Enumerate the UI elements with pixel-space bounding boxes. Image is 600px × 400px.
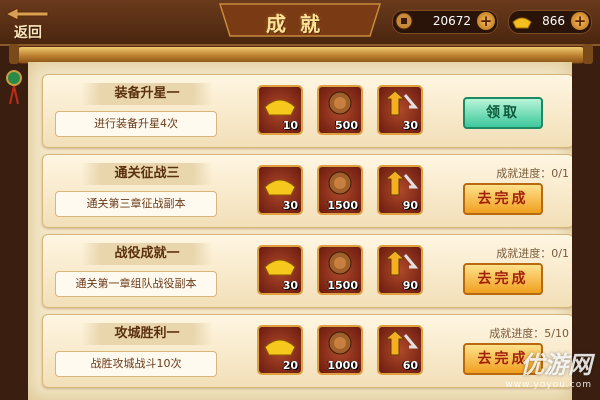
copper-plus-button[interactable]: + [477, 12, 495, 30]
achievement-name: 通关征战三 [81, 163, 213, 185]
achievement-row: 战役成就一 通关第一章组队战役副本 30 1500 90 成就进度：0/1 去完… [42, 234, 572, 308]
gold-currency: 866 + [508, 10, 592, 34]
gold-ingot-icon [264, 179, 296, 196]
gold-ingot-icon [264, 99, 296, 116]
copper-coins-icon [328, 91, 352, 115]
watermark-text: 优游网 [520, 351, 592, 379]
achievement-desc: 进行装备升星4次 [55, 111, 217, 137]
go-complete-button[interactable]: 去完成 [463, 263, 543, 295]
reward-gold: 30 [257, 165, 303, 215]
page-title: 成就 [266, 12, 334, 36]
gold-plus-button[interactable]: + [571, 12, 589, 30]
reward-exp: 30 [377, 85, 423, 135]
achievement-desc: 通关第三章征战副本 [55, 191, 217, 217]
achievement-row: 攻城胜利一 战胜攻城战斗10次 20 1000 60 成就进度：5/10 去完成 [42, 314, 572, 388]
reward-gold: 20 [257, 325, 303, 375]
exp-icon [384, 250, 419, 276]
achievement-progress: 成就进度：0/1 [496, 167, 569, 180]
achievement-progress: 成就进度：5/10 [489, 327, 569, 340]
watermark: 优游网 www.yoyou.com [505, 345, 592, 390]
reward-copper: 1500 [317, 165, 363, 215]
achievement-desc: 通关第一章组队战役副本 [55, 271, 217, 297]
achievement-row: 装备升星一 进行装备升星4次 10 500 30 领取 [42, 74, 572, 148]
copper-amount: 20672 [432, 14, 471, 28]
achievement-name: 装备升星一 [81, 83, 213, 105]
reward-copper: 500 [317, 85, 363, 135]
title-banner: 成就 [210, 0, 390, 40]
achievement-name: 战役成就一 [81, 243, 213, 265]
copper-currency: 20672 + [392, 10, 498, 34]
reward-amount: 30 [282, 279, 298, 292]
go-complete-button[interactable]: 去完成 [463, 183, 543, 215]
back-label: 返回 [14, 25, 42, 41]
reward-gold: 10 [257, 85, 303, 135]
copper-coins-icon [328, 331, 352, 355]
gold-amount: 866 [542, 14, 565, 28]
achievement-desc: 战胜攻城战斗10次 [55, 351, 217, 377]
top-bar: 返回 成就 20672 + 866 + [0, 0, 600, 46]
gold-ingot-icon [512, 17, 532, 29]
achievement-progress: 成就进度：0/1 [496, 247, 569, 260]
claim-button[interactable]: 领取 [463, 97, 543, 129]
reward-amount: 1500 [327, 279, 358, 292]
exp-icon [384, 330, 419, 356]
exp-icon [384, 90, 419, 116]
achievement-list[interactable]: 装备升星一 进行装备升星4次 10 500 30 领取 通关征战三 通关第三章征… [28, 62, 572, 400]
coin-icon [395, 12, 413, 30]
achievement-name: 攻城胜利一 [81, 323, 213, 345]
reward-copper: 1000 [317, 325, 363, 375]
back-button[interactable]: 返回 [4, 6, 52, 41]
reward-copper: 1500 [317, 245, 363, 295]
reward-amount: 500 [335, 119, 358, 132]
reward-amount: 1000 [327, 359, 358, 372]
reward-amount: 90 [402, 199, 418, 212]
gold-ingot-icon [264, 259, 296, 276]
exp-icon [384, 170, 419, 196]
reward-amount: 20 [282, 359, 298, 372]
reward-amount: 10 [282, 119, 298, 132]
reward-exp: 90 [377, 245, 423, 295]
reward-gold: 30 [257, 245, 303, 295]
reward-amount: 30 [402, 119, 418, 132]
reward-exp: 60 [377, 325, 423, 375]
gold-ingot-icon [264, 339, 296, 356]
reward-exp: 90 [377, 165, 423, 215]
reward-amount: 30 [282, 199, 298, 212]
achievement-row: 通关征战三 通关第三章征战副本 30 1500 90 成就进度：0/1 去完成 [42, 154, 572, 228]
copper-coins-icon [328, 251, 352, 275]
watermark-url: www.yoyou.com [505, 380, 592, 390]
jade-charm-icon [6, 70, 22, 105]
reward-amount: 60 [402, 359, 418, 372]
reward-amount: 1500 [327, 199, 358, 212]
copper-coins-icon [328, 171, 352, 195]
reward-amount: 90 [402, 279, 418, 292]
